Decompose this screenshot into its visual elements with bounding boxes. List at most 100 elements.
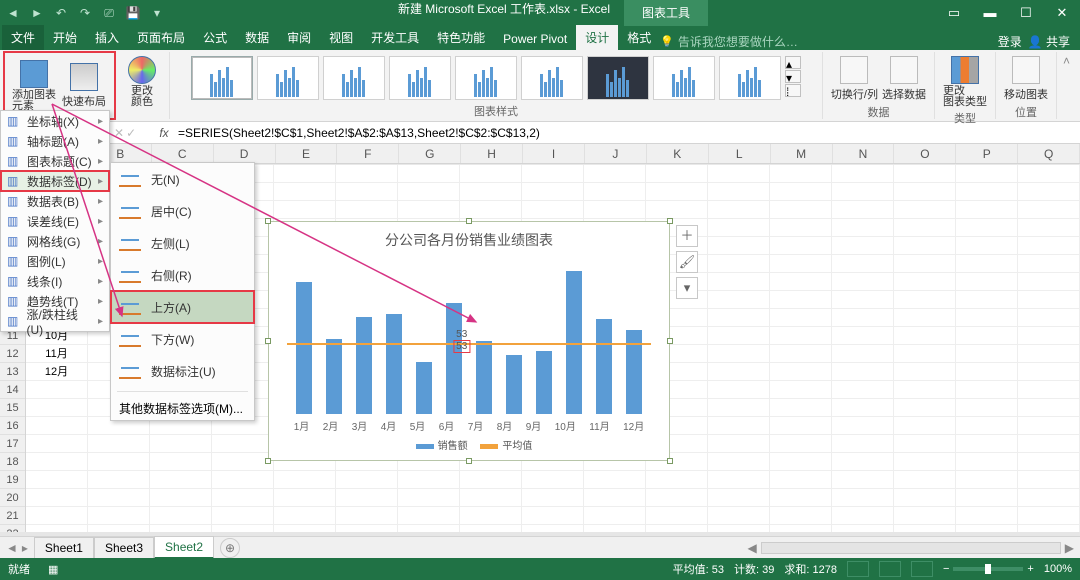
cell[interactable]: [212, 435, 274, 452]
cell[interactable]: [956, 273, 1018, 290]
hscroll-right-icon[interactable]: ▶: [1065, 541, 1074, 555]
menu-item-chart_title[interactable]: ▥图表标题(C): [1, 151, 109, 171]
submenu-item-callout[interactable]: 数据标注(U): [111, 355, 254, 387]
cell[interactable]: [336, 201, 398, 218]
cell[interactable]: [26, 507, 88, 524]
cell[interactable]: [646, 183, 708, 200]
cell[interactable]: [956, 255, 1018, 272]
cell[interactable]: [274, 183, 336, 200]
cell[interactable]: [274, 165, 336, 182]
cell[interactable]: [150, 471, 212, 488]
redo-icon[interactable]: ↷: [76, 4, 94, 22]
resize-handle[interactable]: [466, 458, 472, 464]
ribbon-collapse-icon[interactable]: ˄: [1057, 52, 1076, 119]
cell[interactable]: 12月: [26, 363, 88, 380]
cell[interactable]: [956, 201, 1018, 218]
cell[interactable]: [832, 273, 894, 290]
cell[interactable]: [832, 399, 894, 416]
cell[interactable]: [646, 525, 708, 532]
chart-legend[interactable]: 销售额 平均值: [269, 433, 669, 452]
cell[interactable]: [460, 525, 522, 532]
submenu-item-right[interactable]: 右侧(R): [111, 259, 254, 291]
cell[interactable]: [646, 507, 708, 524]
cell[interactable]: [708, 471, 770, 488]
cell[interactable]: [1018, 471, 1080, 488]
row-header[interactable]: 21: [0, 507, 25, 525]
status-macro-icon[interactable]: ▦: [48, 563, 58, 576]
cell[interactable]: [956, 381, 1018, 398]
resize-handle[interactable]: [466, 218, 472, 224]
cell[interactable]: [212, 525, 274, 532]
row-header[interactable]: 18: [0, 453, 25, 471]
cell[interactable]: [894, 165, 956, 182]
cell[interactable]: [274, 471, 336, 488]
cell[interactable]: [894, 255, 956, 272]
cell[interactable]: [770, 309, 832, 326]
cell[interactable]: [26, 435, 88, 452]
cell[interactable]: [1018, 345, 1080, 362]
cell[interactable]: [460, 507, 522, 524]
tab-view[interactable]: 视图: [320, 25, 362, 50]
tab-powerpivot[interactable]: Power Pivot: [494, 28, 576, 50]
cell[interactable]: [646, 471, 708, 488]
cell[interactable]: [150, 453, 212, 470]
column-header[interactable]: H: [461, 144, 523, 163]
move-chart-button[interactable]: 移动图表: [1002, 54, 1050, 104]
cell[interactable]: [88, 489, 150, 506]
cell[interactable]: [584, 471, 646, 488]
chart-style-thumb[interactable]: [257, 56, 319, 100]
tab-special[interactable]: 特色功能: [428, 25, 494, 50]
submenu-item-left[interactable]: 左侧(L): [111, 227, 254, 259]
tab-formulas[interactable]: 公式: [194, 25, 236, 50]
cell[interactable]: [708, 327, 770, 344]
chart-bar[interactable]: [356, 317, 372, 414]
undo-icon[interactable]: ↶: [52, 4, 70, 22]
cell[interactable]: [1018, 363, 1080, 380]
cell[interactable]: [708, 345, 770, 362]
cell[interactable]: [956, 453, 1018, 470]
cancel-icon[interactable]: ✕: [114, 126, 124, 140]
cell[interactable]: [1018, 489, 1080, 506]
submenu-more-options[interactable]: 其他数据标签选项(M)...: [111, 396, 254, 420]
row-header[interactable]: 17: [0, 435, 25, 453]
tab-insert[interactable]: 插入: [86, 25, 128, 50]
resize-handle[interactable]: [265, 338, 271, 344]
cell[interactable]: [832, 327, 894, 344]
cell[interactable]: [646, 201, 708, 218]
cell[interactable]: [212, 471, 274, 488]
cell[interactable]: [832, 489, 894, 506]
cell[interactable]: [894, 381, 956, 398]
cell[interactable]: [956, 327, 1018, 344]
chart-style-thumb[interactable]: [587, 56, 649, 100]
cell[interactable]: [894, 435, 956, 452]
column-header[interactable]: F: [337, 144, 399, 163]
cell[interactable]: [1018, 435, 1080, 452]
cell[interactable]: [894, 489, 956, 506]
cell[interactable]: [770, 201, 832, 218]
column-header[interactable]: M: [771, 144, 833, 163]
cell[interactable]: [708, 237, 770, 254]
row-header[interactable]: 16: [0, 417, 25, 435]
minimize-icon[interactable]: ▬: [976, 5, 1004, 21]
cell[interactable]: [1018, 381, 1080, 398]
cell[interactable]: [832, 255, 894, 272]
cell[interactable]: [88, 471, 150, 488]
cell[interactable]: [584, 525, 646, 532]
cell[interactable]: [708, 507, 770, 524]
cell[interactable]: [894, 327, 956, 344]
cell[interactable]: [894, 507, 956, 524]
cell[interactable]: [522, 201, 584, 218]
cell[interactable]: [894, 237, 956, 254]
cell[interactable]: [26, 471, 88, 488]
cell[interactable]: [708, 165, 770, 182]
menu-item-axis_titles[interactable]: ▥轴标题(A): [1, 131, 109, 151]
cell[interactable]: [708, 273, 770, 290]
cell[interactable]: [1018, 309, 1080, 326]
cell[interactable]: [398, 489, 460, 506]
chart-bar[interactable]: [446, 303, 462, 414]
cell[interactable]: [832, 309, 894, 326]
cell[interactable]: [1018, 255, 1080, 272]
cell[interactable]: [646, 489, 708, 506]
chart-plot-area[interactable]: 53 53: [287, 254, 651, 414]
cell[interactable]: [832, 165, 894, 182]
